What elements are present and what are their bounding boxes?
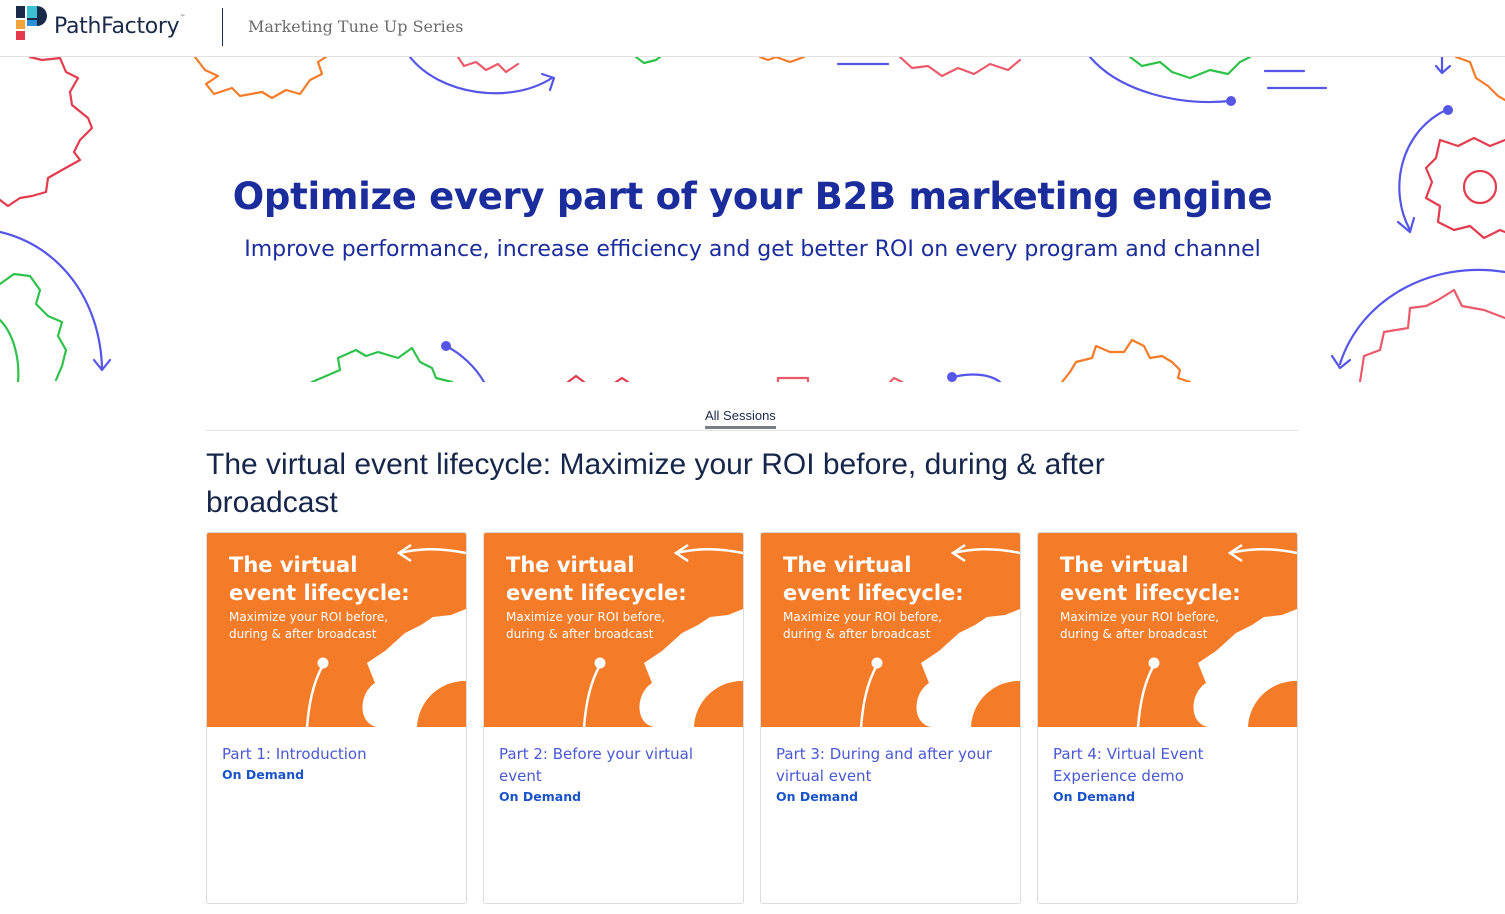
card-status: On Demand (222, 767, 305, 782)
card-title[interactable]: Part 1: Introduction (222, 743, 454, 765)
session-card[interactable]: The virtual event lifecycle: Maximize you… (1037, 532, 1298, 904)
card-thumbnail[interactable]: The virtual event lifecycle: Maximize you… (484, 533, 743, 727)
card-thumbnail[interactable]: The virtual event lifecycle: Maximize you… (761, 533, 1020, 727)
card-thumbnail[interactable]: The virtual event lifecycle: Maximize you… (207, 533, 466, 727)
thumbnail-heading: The virtual event lifecycle: (783, 553, 964, 605)
section-title: The virtual event lifecycle: Maximize yo… (206, 448, 1105, 519)
pathfactory-logo-icon (16, 6, 47, 40)
session-card[interactable]: The virtual event lifecycle: Maximize you… (206, 532, 467, 904)
card-status: On Demand (776, 789, 859, 804)
card-title[interactable]: Part 3: During and after your virtual ev… (776, 743, 1008, 787)
tab-all-sessions[interactable]: All Sessions (705, 408, 776, 429)
card-thumbnail[interactable]: The virtual event lifecycle: Maximize you… (1038, 533, 1297, 727)
thumbnail-heading: The virtual event lifecycle: (229, 553, 410, 605)
thumbnail-subheading: Maximize your ROI before, during & after … (506, 610, 666, 641)
hero-subtitle: Improve performance, increase efficiency… (244, 237, 1261, 262)
card-status: On Demand (1053, 789, 1136, 804)
hero-title: Optimize every part of your B2B marketin… (232, 175, 1273, 218)
series-title[interactable]: Marketing Tune Up Series (248, 17, 463, 36)
session-card[interactable]: The virtual event lifecycle: Maximize you… (483, 532, 744, 904)
gear-decoration (0, 57, 1505, 382)
pathfactory-logo[interactable]: PathFactory™ (14, 6, 185, 46)
top-bar: PathFactory™ Marketing Tune Up Series (0, 0, 1505, 57)
thumbnail-subheading: Maximize your ROI before, during & after … (783, 610, 943, 641)
header-divider (222, 8, 223, 46)
brand-name: PathFactory™ (54, 13, 186, 39)
thumbnail-subheading: Maximize your ROI before, during & after … (1060, 610, 1220, 641)
session-tabs: All Sessions (206, 402, 1298, 431)
thumbnail-heading: The virtual event lifecycle: (1060, 553, 1241, 605)
card-status: On Demand (499, 789, 582, 804)
hero-banner: Optimize every part of your B2B marketin… (0, 57, 1505, 382)
card-title[interactable]: Part 4: Virtual Event Experience demo (1053, 743, 1285, 787)
session-card[interactable]: The virtual event lifecycle: Maximize you… (760, 532, 1021, 904)
thumbnail-subheading: Maximize your ROI before, during & after … (229, 610, 389, 641)
thumbnail-heading: The virtual event lifecycle: (506, 553, 687, 605)
card-title[interactable]: Part 2: Before your virtual event (499, 743, 731, 787)
